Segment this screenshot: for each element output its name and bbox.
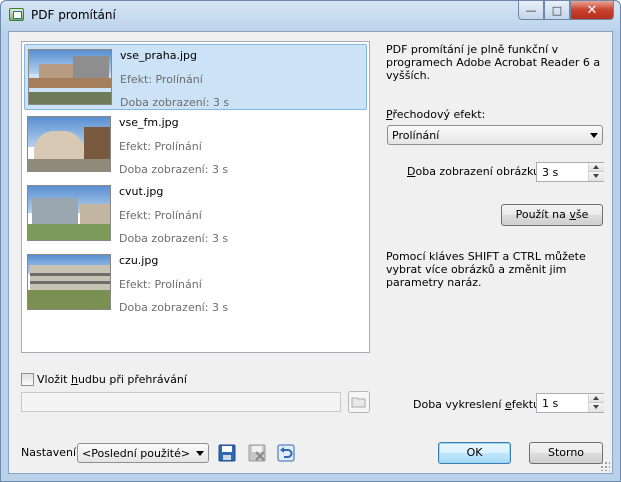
maximize-button[interactable]: □ <box>544 1 570 20</box>
transition-effect-select[interactable]: Prolínání <box>387 125 603 145</box>
image-duration: Doba zobrazení: 3 s <box>119 163 229 176</box>
display-duration-spinner[interactable]: 3 s <box>536 162 604 182</box>
pdf-slideshow-dialog: PDF promítání — □ ✕ vse_praha.jpg Efekt:… <box>0 0 621 482</box>
image-name: vse_praha.jpg <box>120 49 197 62</box>
render-duration-value: 1 s <box>542 397 559 410</box>
minimize-button[interactable]: — <box>518 1 544 20</box>
delete-disk-icon <box>248 444 266 462</box>
image-effect: Efekt: Prolínání <box>119 140 202 153</box>
image-name: cvut.jpg <box>119 185 164 198</box>
display-duration-value: 3 s <box>542 166 559 179</box>
compatibility-info: PDF promítání je plně funkční v programe… <box>386 43 601 82</box>
save-preset-button[interactable] <box>216 442 238 464</box>
insert-music-checkbox[interactable] <box>21 373 34 386</box>
list-item[interactable]: vse_fm.jpg Efekt: Prolínání Doba zobraze… <box>24 112 367 178</box>
image-thumbnail <box>27 116 111 172</box>
chevron-down-icon <box>590 133 598 138</box>
close-button[interactable]: ✕ <box>570 1 614 20</box>
image-effect: Efekt: Prolínání <box>119 278 202 291</box>
browse-music-button[interactable] <box>348 391 370 413</box>
image-thumbnail <box>27 254 111 310</box>
image-list[interactable]: vse_praha.jpg Efekt: Prolínání Doba zobr… <box>21 41 370 353</box>
music-file-path <box>21 392 341 412</box>
transition-effect-value: Prolínání <box>392 129 440 142</box>
chevron-down-icon <box>196 451 204 456</box>
render-duration-spinner[interactable]: 1 s <box>536 393 604 413</box>
list-item[interactable]: cvut.jpg Efekt: Prolínání Doba zobrazení… <box>24 181 367 247</box>
insert-music-label[interactable]: Vložit hudbu při přehrávání <box>37 373 187 386</box>
render-duration-label: Doba vykreslení efektu: <box>413 398 544 411</box>
resize-grip[interactable] <box>600 461 610 471</box>
floppy-disk-icon <box>218 444 236 462</box>
image-thumbnail <box>28 49 112 105</box>
window-controls: — □ ✕ <box>518 1 614 21</box>
spin-down-button[interactable] <box>589 403 604 412</box>
maximize-icon: □ <box>551 3 563 17</box>
folder-icon <box>351 397 366 408</box>
spin-up-button[interactable] <box>589 394 604 403</box>
spin-up-button[interactable] <box>589 163 604 172</box>
image-duration: Doba zobrazení: 3 s <box>120 96 230 109</box>
spinner-buttons <box>588 163 604 181</box>
image-duration: Doba zobrazení: 3 s <box>119 232 229 245</box>
image-name: vse_fm.jpg <box>119 116 179 129</box>
settings-preset-select[interactable]: <Poslední použité> <box>77 443 209 463</box>
image-effect: Efekt: Prolínání <box>120 73 203 86</box>
dialog-client-area: vse_praha.jpg Efekt: Prolínání Doba zobr… <box>8 31 613 474</box>
title-bar[interactable]: PDF promítání — □ ✕ <box>1 1 620 31</box>
minimize-icon: — <box>525 3 537 17</box>
delete-preset-button[interactable] <box>246 442 268 464</box>
undo-icon <box>277 444 295 462</box>
display-duration-label: Doba zobrazení obrázku: <box>407 165 544 178</box>
spin-down-button[interactable] <box>589 172 604 181</box>
image-name: czu.jpg <box>119 254 159 267</box>
restore-preset-button[interactable] <box>275 442 297 464</box>
list-item[interactable]: vse_praha.jpg Efekt: Prolínání Doba zobr… <box>24 44 367 110</box>
image-duration: Doba zobrazení: 3 s <box>119 301 229 314</box>
transition-effect-label: Přechodový efekt: <box>386 108 486 121</box>
settings-preset-value: <Poslední použité> <box>82 447 191 460</box>
close-icon: ✕ <box>586 2 598 18</box>
settings-label: Nastavení: <box>21 446 80 459</box>
image-thumbnail <box>27 185 111 241</box>
apply-to-all-button[interactable]: Použít na vše <box>501 204 603 226</box>
spinner-buttons <box>588 394 604 412</box>
cancel-button[interactable]: Storno <box>529 442 603 464</box>
image-effect: Efekt: Prolínání <box>119 209 202 222</box>
window-title: PDF promítání <box>31 8 116 22</box>
ok-button[interactable]: OK <box>438 442 511 464</box>
list-item[interactable]: czu.jpg Efekt: Prolínání Doba zobrazení:… <box>24 250 367 316</box>
multi-select-hint: Pomocí kláves SHIFT a CTRL můžete vybrat… <box>386 250 586 289</box>
app-icon <box>9 8 24 21</box>
